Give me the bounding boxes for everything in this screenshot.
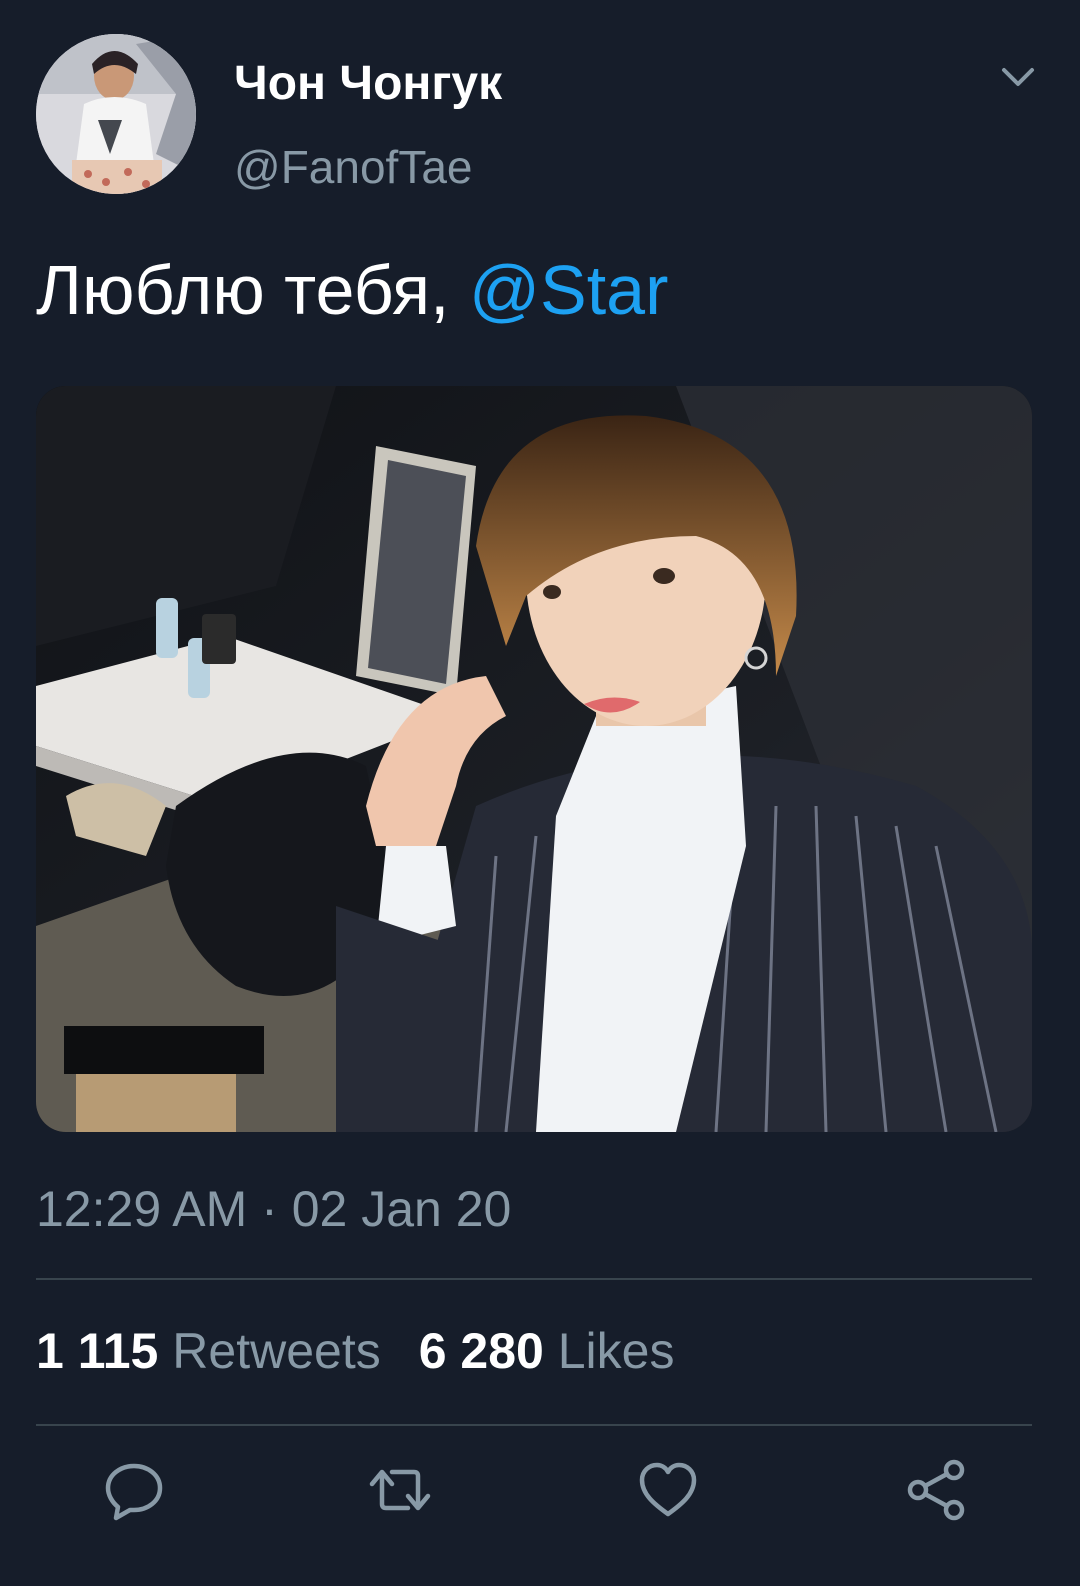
retweets-label: Retweets [172,1323,381,1379]
like-button[interactable] [636,1458,700,1522]
likes-label: Likes [557,1323,675,1379]
reply-button[interactable] [102,1458,166,1522]
display-name[interactable]: Чон Чонгук [234,56,502,111]
tweet-stats: 1 115 Retweets 6 280 Likes [36,1322,674,1380]
chevron-down-icon[interactable] [1000,62,1036,92]
tweet-photo[interactable] [36,386,1032,1132]
divider [36,1424,1032,1426]
avatar[interactable] [36,34,196,194]
tweet-text: Люблю тебя, @Star [36,250,668,330]
likes-stat[interactable]: 6 280 Likes [419,1323,675,1379]
retweet-icon [369,1469,431,1511]
share-button[interactable] [904,1458,968,1522]
tweet-timestamp[interactable]: 12:29 AM · 02 Jan 20 [36,1180,511,1238]
tweet-detail: Чон Чонгук @FanofTae Люблю тебя, @Star 1… [0,0,1080,1586]
user-handle[interactable]: @FanofTae [234,140,473,194]
retweets-count: 1 115 [36,1323,159,1379]
likes-count: 6 280 [418,1323,544,1379]
heart-icon [639,1462,697,1517]
mention-link[interactable]: @Star [469,251,668,329]
retweets-stat[interactable]: 1 115 Retweets [36,1323,381,1379]
divider [36,1278,1032,1280]
share-icon [907,1459,965,1521]
avatar-image [36,34,196,194]
tweet-body: Люблю тебя, [36,251,469,329]
retweet-button[interactable] [368,1458,432,1522]
reply-icon [105,1463,163,1521]
photo-image [36,386,1032,1132]
